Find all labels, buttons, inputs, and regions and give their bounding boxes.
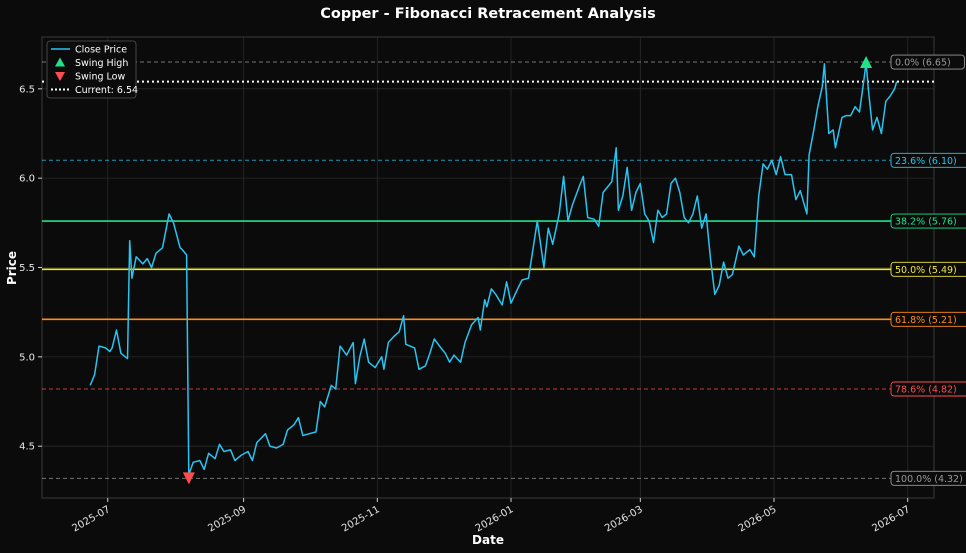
- legend-label: Swing High: [75, 58, 128, 69]
- y-axis-title: Price: [5, 251, 19, 285]
- fib-level-label: 61.8% (5.21): [895, 315, 957, 326]
- y-tick-label: 4.5: [19, 442, 35, 453]
- chart-root: Copper - Fibonacci Retracement Analysis …: [0, 0, 966, 553]
- fib-level-label: 50.0% (5.49): [895, 265, 957, 276]
- fib-level-label: 100.0% (4.32): [895, 474, 963, 485]
- y-tick-label: 5.5: [19, 263, 35, 274]
- legend-label: Current: 6.54: [75, 85, 138, 96]
- chart-title: Copper - Fibonacci Retracement Analysis: [320, 6, 656, 22]
- fib-level-label: 23.6% (6.10): [895, 156, 957, 167]
- legend-label: Swing Low: [75, 72, 125, 83]
- legend: Close Price Swing High Swing Low Current: 6…: [46, 40, 138, 99]
- fibonacci-chart: Copper - Fibonacci Retracement Analysis …: [0, 0, 966, 553]
- y-tick-label: 5.0: [19, 352, 35, 363]
- fib-level-label: 0.0% (6.65): [895, 58, 951, 69]
- x-axis-title: Date: [472, 533, 504, 547]
- y-tick-label: 6.0: [19, 174, 35, 185]
- y-tick-label: 6.5: [19, 84, 35, 95]
- legend-label: Close Price: [75, 45, 127, 56]
- fib-level-label: 38.2% (5.76): [895, 217, 957, 228]
- fib-level-label: 78.6% (4.82): [895, 385, 957, 396]
